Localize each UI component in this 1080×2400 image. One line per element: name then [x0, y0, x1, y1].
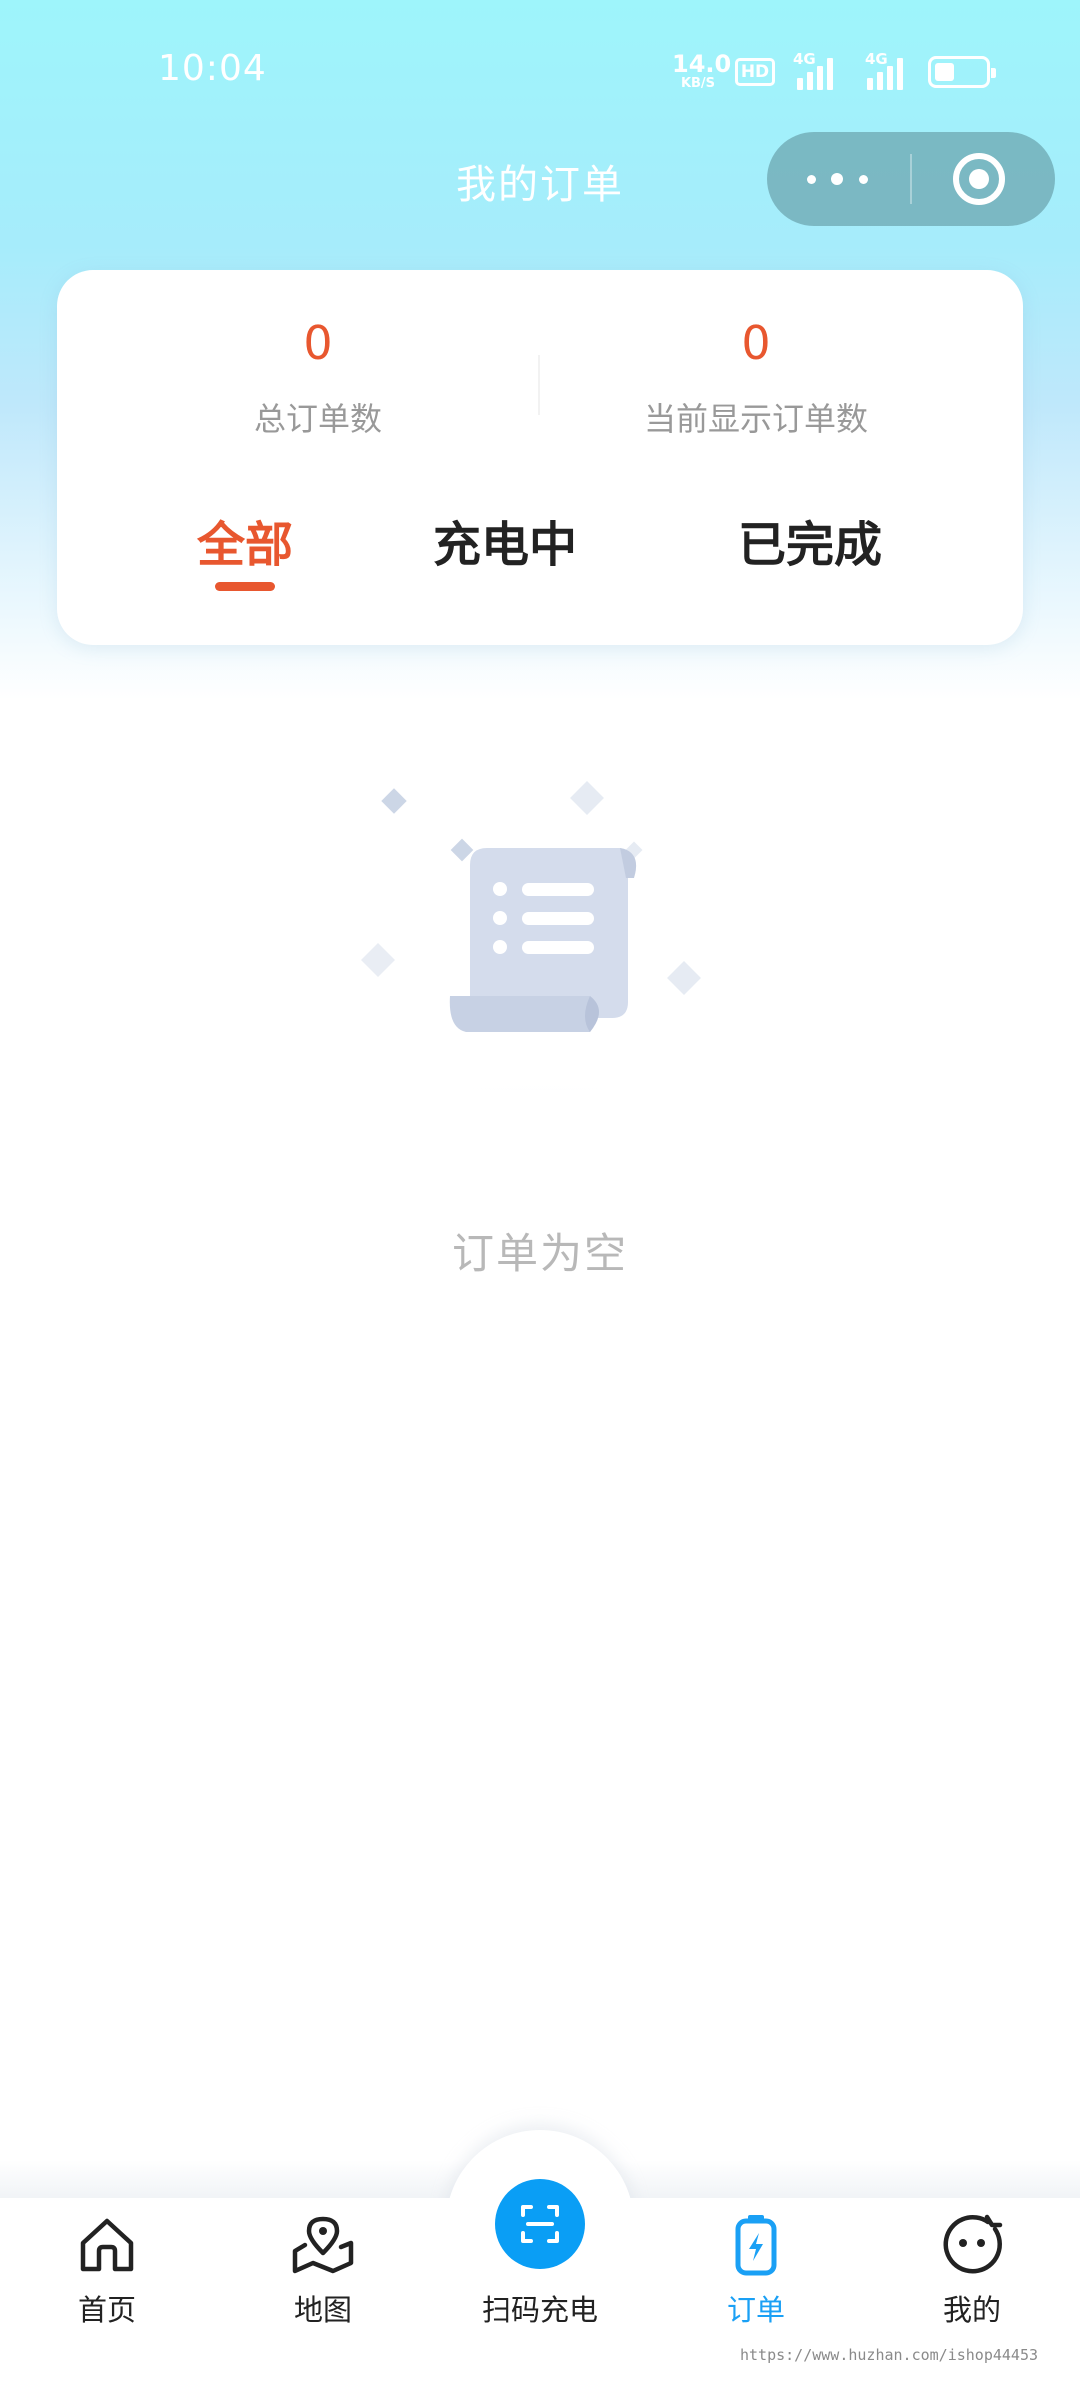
signal-1-label: 4G — [793, 50, 816, 68]
signal-icon-2: 4G — [857, 50, 913, 90]
signal-icon-1: 4G — [793, 50, 841, 90]
current-orders-stat: 0 当前显示订单数 — [556, 320, 956, 440]
face-icon — [943, 2214, 1003, 2274]
tabbar-label-home: 首页 — [77, 2293, 136, 2327]
total-orders-value: 0 — [303, 316, 333, 370]
tabbar-item-home[interactable]: 首页 — [17, 2205, 197, 2327]
scan-charge-button[interactable] — [495, 2179, 585, 2269]
hd-icon: HD — [735, 58, 775, 86]
close-mini-program-button[interactable] — [912, 132, 1055, 226]
battery-order-icon — [735, 2215, 777, 2276]
active-tab-indicator — [215, 582, 275, 591]
current-orders-value: 0 — [741, 316, 771, 370]
map-icon — [292, 2216, 354, 2274]
more-dots-icon — [807, 175, 816, 184]
status-bar: 10:04 14.0 KB/S HD 4G 4G — [0, 0, 1080, 130]
current-orders-label: 当前显示订单数 — [643, 400, 868, 438]
home-icon — [80, 2218, 134, 2272]
stat-divider — [538, 355, 540, 415]
total-orders-label: 总订单数 — [253, 400, 382, 438]
order-stats-card: 0 总订单数 0 当前显示订单数 全部 充电中 已完成 — [57, 270, 1023, 645]
tabbar-item-orders[interactable]: 订单 — [666, 2205, 846, 2327]
network-speed-value: 14.0 — [672, 50, 732, 78]
tabbar-label-orders: 订单 — [726, 2293, 785, 2327]
tab-completed[interactable]: 已完成 — [660, 505, 960, 575]
network-speed-unit: KB/S — [680, 76, 716, 91]
network-speed: 14.0 KB/S — [672, 50, 732, 91]
tabbar-label-mine: 我的 — [942, 2293, 1001, 2327]
scan-icon — [521, 2205, 559, 2243]
target-icon — [953, 153, 1005, 205]
empty-orders-illustration — [300, 781, 780, 1090]
more-button[interactable] — [767, 132, 910, 226]
battery-fill — [935, 63, 954, 81]
tab-charging[interactable]: 充电中 — [370, 505, 640, 575]
tabbar-item-map[interactable]: 地图 — [233, 2205, 413, 2327]
tabbar-label-scan-charge: 扫码充电 — [481, 2293, 598, 2327]
tab-all[interactable]: 全部 — [140, 505, 350, 575]
tabbar-item-mine[interactable]: 我的 — [882, 2205, 1062, 2327]
watermark-text: https://www.huzhan.com/ishop44453 — [740, 2346, 1039, 2364]
total-orders-stat: 0 总订单数 — [118, 320, 518, 440]
tabbar-label-map: 地图 — [293, 2293, 352, 2327]
mini-program-capsule — [767, 132, 1055, 226]
empty-orders-text: 订单为空 — [451, 1229, 628, 1278]
tabbar-item-scan-charge[interactable]: 扫码充电 — [430, 2175, 650, 2345]
battery-icon — [928, 56, 996, 88]
status-time: 10:04 — [158, 48, 267, 89]
signal-2-label: 4G — [865, 50, 888, 68]
